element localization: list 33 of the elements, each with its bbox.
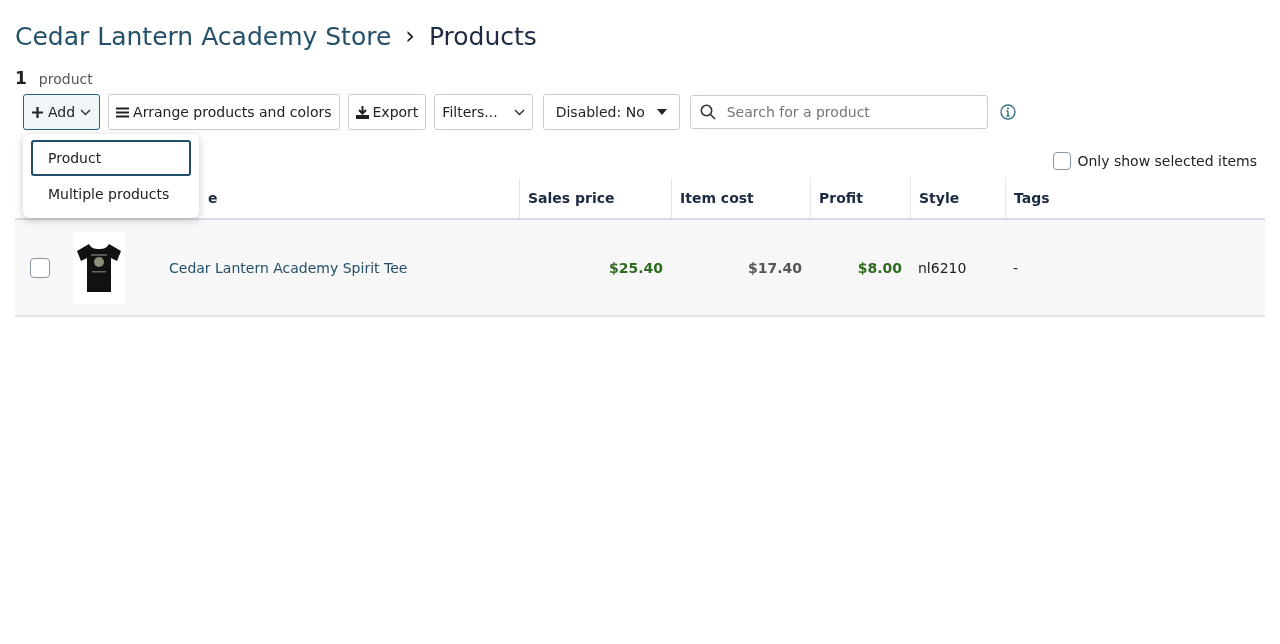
product-count-label: product: [38, 71, 93, 87]
column-header: Tags: [1005, 178, 1265, 218]
product-count: 1: [15, 68, 28, 88]
menu-item[interactable]: Multiple products: [31, 176, 191, 212]
arrange-button[interactable]: Arrange products and colors: [108, 94, 340, 130]
download-icon: [355, 105, 369, 119]
export-button[interactable]: Export: [347, 94, 427, 130]
chevron-down-icon: [513, 108, 525, 116]
search-field[interactable]: Search for a product: [689, 95, 988, 129]
menu-item[interactable]: Product: [31, 140, 191, 176]
checkbox-label: Only show selected items: [1077, 153, 1257, 169]
tags-cell-text: -: [1012, 259, 1020, 276]
profit-cell-text: $8.00: [856, 259, 903, 276]
style-cell-text: nl6210: [917, 259, 968, 276]
row-checkbox[interactable]: [30, 257, 50, 278]
plus-icon: [32, 106, 43, 118]
filters-dropdown[interactable]: Filters...: [434, 94, 533, 130]
chevron-down-icon: [80, 108, 92, 116]
caret-icon: [656, 109, 667, 115]
checkbox[interactable]: [1053, 152, 1072, 170]
sales-price-cell-text: $25.40: [607, 259, 664, 276]
column-header: Style: [910, 178, 1005, 218]
info-icon[interactable]: [999, 104, 1016, 120]
column-header: Profit: [810, 178, 910, 218]
item-cost-cell-text: $17.40: [746, 259, 803, 276]
page-title: Products: [428, 21, 537, 51]
add-button[interactable]: Add: [23, 94, 101, 130]
column-header: Item cost: [671, 178, 810, 218]
list-icon: [116, 106, 130, 118]
breadcrumb-separator: ›: [405, 22, 415, 50]
store-link[interactable]: Cedar Lantern Academy Store: [15, 21, 392, 51]
product-name-link[interactable]: Cedar Lantern Academy Spirit Tee: [161, 259, 519, 276]
column-header: Sales price: [519, 178, 671, 218]
